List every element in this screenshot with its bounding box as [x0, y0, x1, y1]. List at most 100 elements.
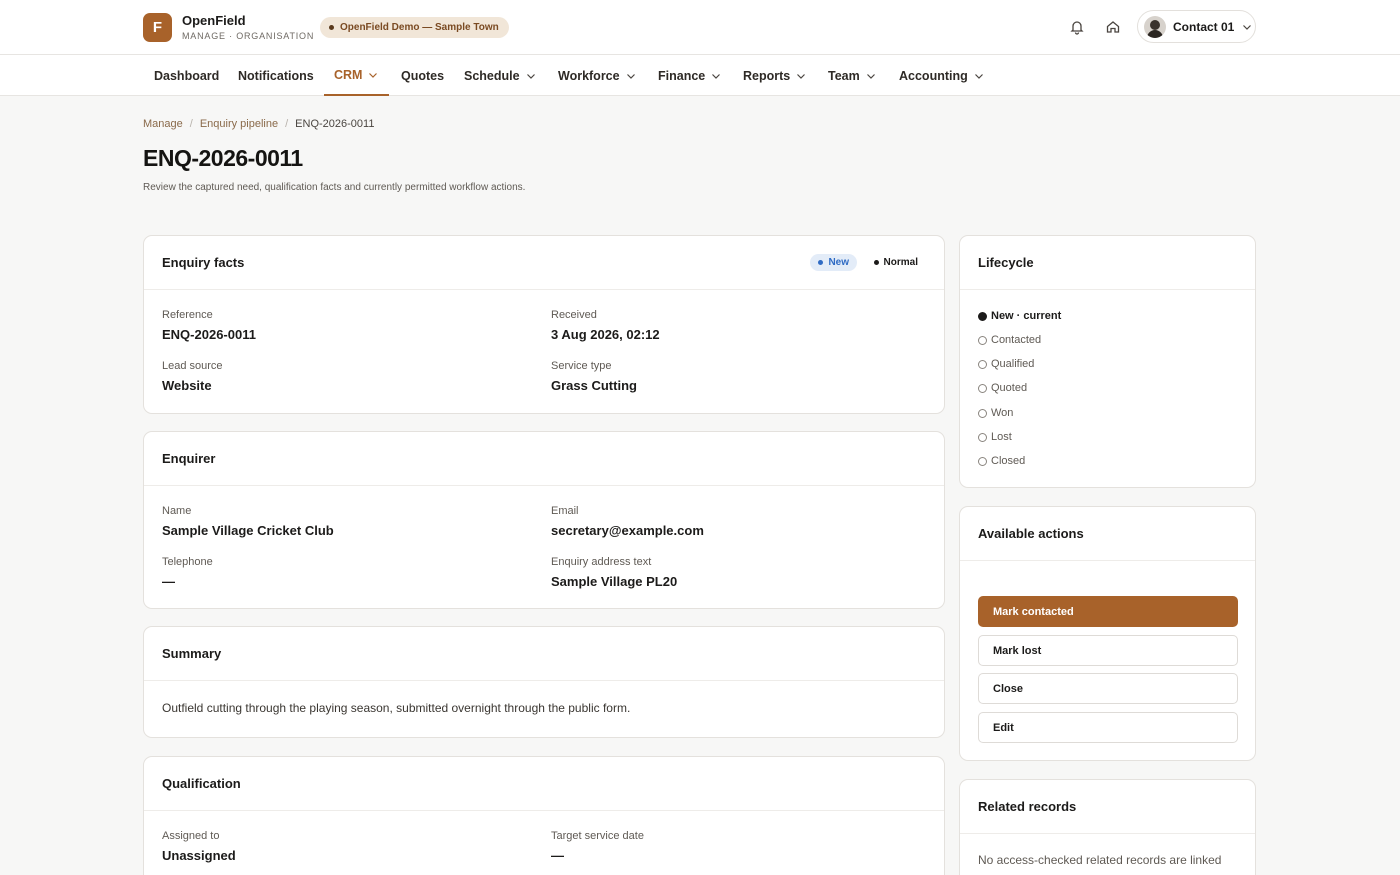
user-menu[interactable]: Contact 01: [1137, 10, 1256, 43]
nav-label: Notifications: [238, 68, 314, 83]
card-title: Lifecycle: [978, 255, 1034, 270]
page-title: ENQ-2026-0011: [143, 145, 303, 171]
address-label: Enquiry address text: [551, 556, 652, 568]
breadcrumb-enquiry-pipeline[interactable]: Enquiry pipeline: [200, 118, 278, 130]
card-header: Lifecycle: [960, 236, 1255, 290]
card-header: Summary: [144, 627, 944, 681]
email-label: Email: [551, 505, 579, 517]
nav-reports[interactable]: Reports: [733, 55, 817, 96]
card-title: Summary: [162, 646, 222, 661]
mark-contacted-button[interactable]: Mark contacted: [978, 596, 1238, 627]
stage-circle-icon: [978, 432, 987, 442]
card-title: Related records: [978, 799, 1077, 814]
summary-text: Outfield cutting through the playing sea…: [162, 701, 631, 715]
reference-label: Reference: [162, 309, 213, 321]
status-dot-icon: [818, 260, 824, 265]
lifecycle-stage-quoted: Quoted: [978, 382, 1027, 394]
name-value: Sample Village Cricket Club: [162, 523, 334, 538]
card-title: Enquirer: [162, 451, 216, 466]
edit-button[interactable]: Edit: [978, 712, 1238, 743]
chevron-down-icon: [626, 73, 635, 79]
chevron-down-icon: [712, 73, 721, 79]
lead-source-value: Website: [162, 378, 212, 393]
nav-label: Quotes: [401, 68, 445, 83]
page-description: Review the captured need, qualification …: [143, 182, 526, 193]
nav-finance[interactable]: Finance: [648, 55, 732, 96]
target-date-value: —: [551, 848, 564, 863]
card-title: Qualification: [162, 776, 241, 791]
nav-schedule[interactable]: Schedule: [454, 55, 547, 96]
nav-label: Schedule: [464, 68, 520, 83]
stage-circle-icon: [978, 359, 987, 369]
nav-label: Dashboard: [154, 68, 220, 83]
assigned-value: Unassigned: [162, 848, 236, 863]
assigned-label: Assigned to: [162, 830, 220, 842]
enquiry-facts-card: Enquiry facts New Normal Reference ENQ-2…: [143, 235, 945, 414]
card-header: Available actions: [960, 507, 1255, 561]
nav-team[interactable]: Team: [818, 55, 887, 96]
lifecycle-stage-won: Won: [978, 407, 1013, 419]
nav-quotes[interactable]: Quotes: [391, 55, 454, 96]
target-date-label: Target service date: [551, 830, 644, 842]
telephone-value: —: [162, 574, 175, 589]
card-title: Enquiry facts: [162, 255, 245, 270]
received-value: 3 Aug 2026, 02:12: [551, 327, 660, 342]
brand-subtitle: MANAGE · ORGANISATION: [182, 31, 315, 41]
chevron-down-icon: [369, 72, 378, 78]
card-header: Enquirer: [144, 432, 944, 486]
nav-accounting[interactable]: Accounting: [889, 55, 995, 96]
summary-card: Summary Outfield cutting through the pla…: [143, 626, 945, 738]
nav-label: Reports: [743, 68, 791, 83]
nav-label: Team: [828, 68, 860, 83]
breadcrumb-manage[interactable]: Manage: [143, 118, 183, 130]
priority-badge-label: Normal: [883, 257, 918, 268]
status-badge-label: New: [828, 257, 849, 268]
stage-circle-icon: [978, 408, 987, 418]
reference-value: ENQ-2026-0011: [162, 327, 256, 342]
breadcrumb: Manage / Enquiry pipeline / ENQ-2026-001…: [143, 118, 374, 130]
chevron-down-icon: [526, 73, 535, 79]
enquirer-card: Enquirer Name Sample Village Cricket Clu…: [143, 431, 945, 609]
home-icon[interactable]: [1103, 17, 1123, 37]
breadcrumb-separator: /: [285, 118, 289, 130]
breadcrumb-separator: /: [189, 118, 193, 130]
lifecycle-stage-closed: Closed: [978, 455, 1025, 467]
stage-current-icon: [978, 311, 987, 321]
stage-circle-icon: [978, 456, 987, 466]
nav-label: CRM: [334, 67, 363, 82]
chevron-down-icon: [866, 73, 875, 79]
qualification-card: Qualification Assigned to Unassigned Tar…: [143, 756, 945, 875]
nav-crm[interactable]: CRM: [324, 55, 390, 96]
address-value: Sample Village PL20: [551, 574, 678, 589]
chevron-down-icon: [797, 73, 806, 79]
breadcrumb-current: ENQ-2026-0011: [295, 118, 375, 130]
mark-lost-button[interactable]: Mark lost: [978, 635, 1238, 666]
status-badge: New: [810, 254, 857, 271]
brand-logo[interactable]: F: [143, 13, 172, 42]
available-actions-card: Available actions Mark contacted Mark lo…: [959, 506, 1256, 761]
telephone-label: Telephone: [162, 556, 213, 568]
brand-name: OpenField: [182, 13, 246, 28]
nav-workforce[interactable]: Workforce: [548, 55, 647, 96]
lead-source-label: Lead source: [162, 360, 223, 372]
chevron-down-icon: [974, 73, 983, 79]
stage-label: New · current: [991, 310, 1062, 322]
top-header: F OpenField MANAGE · ORGANISATION OpenFi…: [0, 0, 1400, 55]
close-button[interactable]: Close: [978, 673, 1238, 704]
stage-label: Contacted: [991, 334, 1042, 346]
stage-label: Quoted: [991, 382, 1028, 394]
nav-notifications[interactable]: Notifications: [228, 55, 324, 96]
bell-icon[interactable]: [1067, 17, 1087, 37]
organisation-pill[interactable]: OpenField Demo — Sample Town: [320, 17, 509, 38]
related-records-text: No access-checked related records are li…: [978, 853, 1222, 867]
nav-dashboard[interactable]: Dashboard: [144, 55, 229, 96]
main-nav: Dashboard Notifications CRM Quotes Sched…: [0, 55, 1400, 96]
stage-label: Closed: [991, 455, 1026, 467]
lifecycle-stage-contacted: Contacted: [978, 334, 1041, 346]
email-value[interactable]: secretary@example.com: [551, 523, 704, 538]
nav-label: Finance: [658, 68, 706, 83]
card-header: Qualification: [144, 757, 944, 811]
stage-label: Lost: [991, 431, 1012, 443]
stage-label: Won: [991, 407, 1014, 419]
service-type-label: Service type: [551, 360, 612, 372]
